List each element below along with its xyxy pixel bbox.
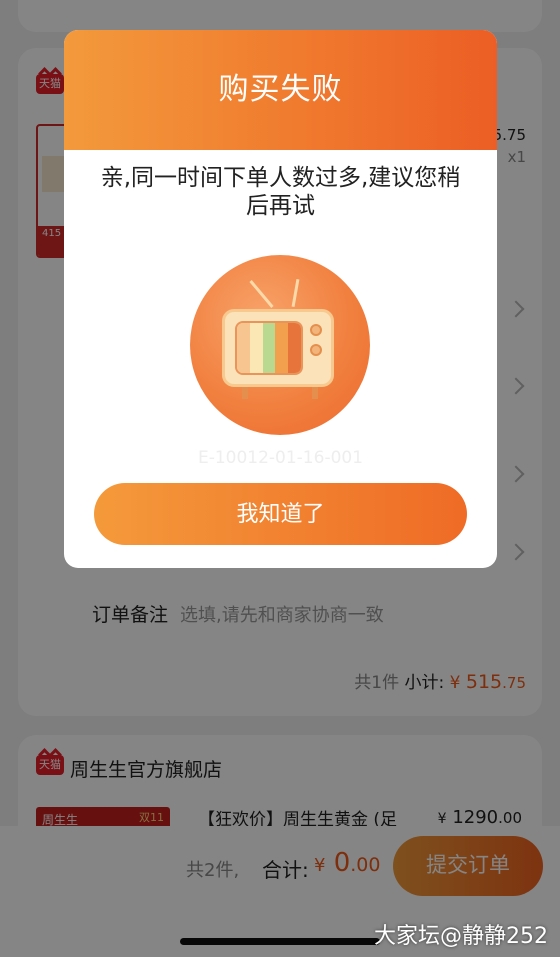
confirm-button[interactable]: 我知道了 <box>94 483 467 545</box>
tv-knob <box>310 344 322 356</box>
tv-antenna <box>291 278 300 308</box>
dialog-title: 购买失败 <box>64 30 497 150</box>
watermark: 大家坛@静静252 <box>374 924 548 949</box>
tv-leg <box>312 387 318 399</box>
tv-body <box>222 309 334 387</box>
tv-screen <box>235 321 303 375</box>
tv-leg <box>242 387 248 399</box>
retro-tv-icon <box>190 255 370 435</box>
error-code: E-10012-01-16-001 <box>197 448 364 468</box>
tv-knob <box>310 324 322 336</box>
purchase-failed-dialog: 购买失败 亲,同一时间下单人数过多,建议您稍后再试 E-10012-01-16-… <box>64 30 497 568</box>
tv-antenna <box>249 280 274 308</box>
dialog-message: 亲,同一时间下单人数过多,建议您稍后再试 <box>100 165 461 219</box>
